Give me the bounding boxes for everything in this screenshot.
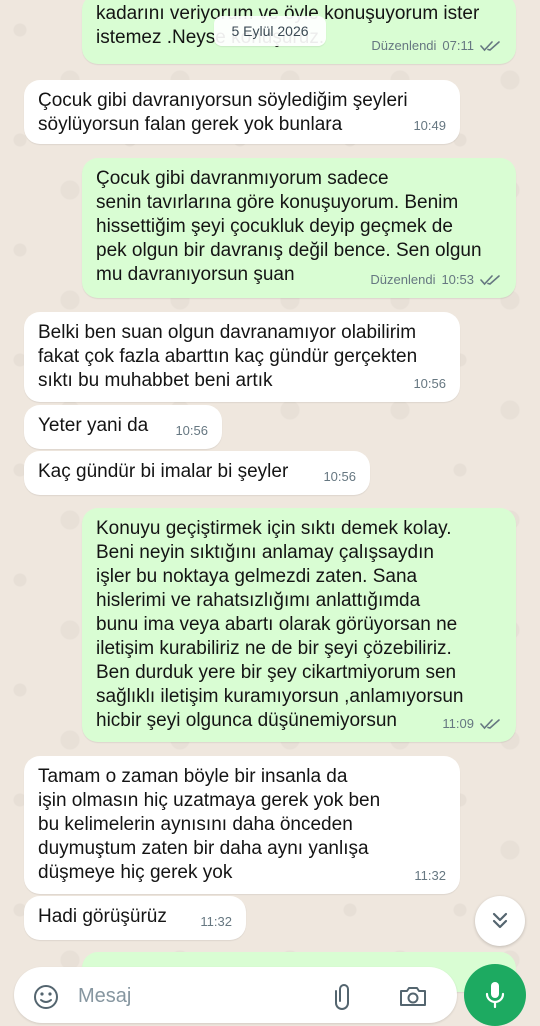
paperclip-icon[interactable] bbox=[332, 981, 356, 1011]
message-time: 11:32 bbox=[414, 868, 446, 883]
double-check-icon bbox=[480, 719, 500, 730]
message-text: Kaç gündür bi imalar bi şeyler bbox=[38, 461, 289, 482]
message-bubble-incoming[interactable]: Kaç gündür bi imalar bi şeyler 10:56 bbox=[24, 451, 370, 495]
chevrons-down-icon bbox=[492, 912, 508, 929]
emoji-icon[interactable] bbox=[32, 983, 60, 1011]
message-bubble-incoming[interactable]: Belki ben suan olgun davranamıyor olabil… bbox=[24, 312, 460, 402]
message-time: 11:32 bbox=[200, 914, 232, 929]
message-bubble-incoming[interactable]: Tamam o zaman böyle bir insanla da işin … bbox=[24, 756, 460, 894]
message-time: 10:56 bbox=[175, 423, 208, 438]
message-meta: 10:56 bbox=[323, 465, 356, 489]
message-meta: 10:49 bbox=[413, 114, 446, 138]
message-bubble-outgoing[interactable]: Konuyu geçiştirmek için sıktı demek kola… bbox=[82, 508, 516, 742]
date-chip: 5 Eylül 2026 bbox=[214, 16, 326, 46]
mic-button[interactable] bbox=[464, 964, 526, 1026]
message-time: 10:49 bbox=[413, 118, 446, 133]
message-meta: Düzenlendi 07:11 bbox=[371, 34, 502, 58]
message-text: Konuyu geçiştirmek için sıktı demek kola… bbox=[96, 518, 464, 731]
edited-label: Düzenlendi bbox=[370, 272, 436, 287]
message-time: 11:09 bbox=[442, 716, 474, 731]
camera-icon[interactable] bbox=[398, 984, 428, 1008]
message-bubble-incoming[interactable]: Çocuk gibi davranıyorsun söylediğim şeyl… bbox=[24, 80, 460, 144]
edited-label: Düzenlendi bbox=[371, 38, 437, 53]
message-meta: Düzenlendi 10:53 bbox=[370, 268, 502, 292]
message-text: Belki ben suan olgun davranamıyor olabil… bbox=[38, 322, 418, 391]
message-meta: 11:32 bbox=[414, 864, 446, 888]
scroll-to-bottom-button[interactable] bbox=[475, 896, 525, 946]
message-input-bar[interactable]: Mesaj bbox=[14, 967, 457, 1023]
message-bubble-incoming[interactable]: Hadi görüşürüz 11:32 bbox=[24, 896, 246, 940]
message-time: 10:53 bbox=[441, 272, 474, 287]
message-time: 10:56 bbox=[413, 376, 446, 391]
message-bubble-outgoing[interactable]: Çocuk gibi davranmıyorum sadece senin ta… bbox=[82, 158, 516, 298]
message-text: Tamam o zaman böyle bir insanla da işin … bbox=[38, 766, 381, 883]
double-check-icon bbox=[480, 275, 500, 286]
message-time: 07:11 bbox=[442, 38, 474, 53]
message-meta: 11:32 bbox=[200, 910, 232, 934]
message-text: Çocuk gibi davranıyorsun söylediğim şeyl… bbox=[38, 90, 408, 135]
message-meta: 10:56 bbox=[175, 419, 208, 443]
message-bubble-incoming[interactable]: Yeter yani da 10:56 bbox=[24, 405, 222, 449]
message-time: 10:56 bbox=[323, 469, 356, 484]
message-meta: 10:56 bbox=[413, 372, 446, 396]
message-meta: 11:09 bbox=[442, 712, 502, 736]
message-input-placeholder[interactable]: Mesaj bbox=[78, 985, 131, 1008]
double-check-icon bbox=[480, 41, 500, 52]
mic-icon bbox=[485, 982, 505, 1009]
